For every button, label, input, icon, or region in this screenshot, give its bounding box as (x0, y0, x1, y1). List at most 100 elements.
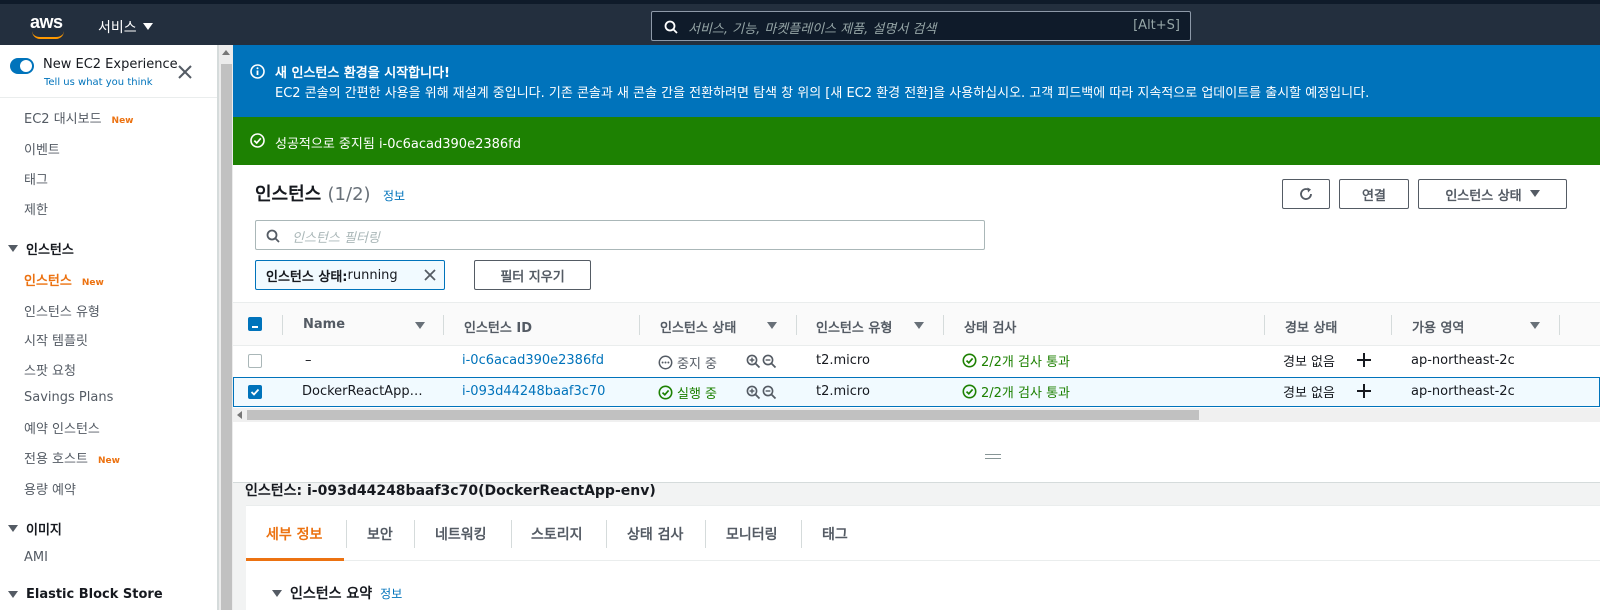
instance-summary-header[interactable]: 인스턴스 요약 정보 (272, 583, 402, 603)
scroll-left-icon[interactable] (237, 411, 242, 419)
experience-toggle-panel: New EC2 Experience Tell us what you thin… (0, 45, 217, 98)
zoom-in-icon[interactable] (746, 354, 761, 369)
new-badge: New (111, 116, 134, 126)
info-link[interactable]: 정보 (380, 585, 402, 602)
table-row[interactable]: – i-0c6acad390e2386fd 중지 중 t2.micro 2/2개… (233, 346, 1600, 376)
tab-storage[interactable]: 스토리지 (531, 524, 583, 544)
status-check-label: 2/2개 검사 통과 (981, 386, 1070, 401)
column-header-alarm-status[interactable]: 경보 상태 (1285, 317, 1337, 336)
refresh-button[interactable] (1282, 179, 1330, 209)
sort-icon[interactable] (415, 322, 425, 329)
row-checkbox[interactable] (248, 385, 262, 399)
sidebar-item-dedicated-hosts[interactable]: 전용 호스트 New (24, 448, 120, 467)
check-circle-icon (962, 353, 977, 368)
column-header-status-check[interactable]: 상태 검사 (964, 317, 1016, 336)
check-icon (250, 388, 260, 396)
check-circle-icon (962, 384, 977, 399)
remove-filter-icon[interactable] (423, 268, 437, 282)
instance-state: 실행 중 (658, 383, 717, 402)
search-input[interactable]: 서비스, 기능, 마켓플레이스 제품, 설명서 검색 [Alt+S] (651, 11, 1191, 41)
sidebar-item-ami[interactable]: AMI (24, 550, 48, 565)
sidebar-item-limits[interactable]: 제한 (24, 199, 48, 218)
column-header-name[interactable]: Name (303, 317, 345, 332)
success-banner: 성공적으로 중지됨 i-0c6acad390e2386fd (233, 117, 1600, 165)
info-icon (250, 64, 265, 79)
aws-logo[interactable]: aws (30, 12, 66, 39)
row-checkbox[interactable] (248, 354, 262, 368)
add-alarm-icon[interactable] (1357, 384, 1371, 398)
zoom-out-icon[interactable] (762, 385, 777, 400)
scrollbar-thumb[interactable] (221, 64, 232, 610)
zoom-out-icon[interactable] (762, 354, 777, 369)
zoom-in-icon[interactable] (746, 385, 761, 400)
services-label: 서비스 (98, 20, 137, 36)
info-link[interactable]: 정보 (383, 187, 405, 204)
new-experience-toggle[interactable] (10, 58, 34, 74)
alarm-status: 경보 없음 (1283, 355, 1335, 370)
instance-state: 중지 중 (658, 353, 717, 372)
section-label: Elastic Block Store (26, 587, 163, 602)
sidebar-section-ebs[interactable]: Elastic Block Store (8, 587, 163, 602)
running-icon (658, 385, 673, 400)
section-label: 이미지 (26, 523, 62, 538)
sidebar-item-instances[interactable]: 인스턴스 New (24, 270, 104, 289)
filter-token: 인스턴스 상태: running (255, 260, 445, 290)
main-content: 새 인스턴스 환경을 시작합니다! EC2 콘솔의 간편한 사용을 위해 재설계… (233, 45, 1600, 610)
sidebar-item-dashboard[interactable]: EC2 대시보드 New (24, 108, 134, 127)
instance-summary-section: 인스턴스 요약 정보 (246, 561, 1600, 610)
sidebar-item-label: EC2 대시보드 (24, 112, 102, 127)
feedback-link[interactable]: Tell us what you think (44, 77, 153, 88)
new-badge: New (81, 278, 104, 288)
sidebar-item-reserved-instances[interactable]: 예약 인스턴스 (24, 418, 100, 437)
services-menu[interactable]: 서비스 (98, 17, 153, 37)
column-header-availability-zone[interactable]: 가용 영역 (1412, 317, 1464, 336)
select-all-checkbox[interactable] (248, 317, 262, 331)
collapse-icon (8, 525, 18, 532)
sidebar-item-capacity-reservations[interactable]: 용량 예약 (24, 479, 76, 498)
info-banner-title: 새 인스턴스 환경을 시작합니다! (275, 66, 450, 81)
tab-status-checks[interactable]: 상태 검사 (627, 524, 683, 544)
filter-token-key: 인스턴스 상태: (266, 269, 348, 285)
search-icon (664, 20, 678, 34)
sort-icon[interactable] (767, 322, 777, 329)
sidebar-item-spot-requests[interactable]: 스팟 요청 (24, 360, 76, 379)
tab-networking[interactable]: 네트워킹 (435, 524, 487, 544)
sidebar-item-instance-types[interactable]: 인스턴스 유형 (24, 301, 100, 320)
table-row[interactable]: DockerReactApp… i-093d44248baaf3c70 실행 중… (233, 377, 1600, 407)
instance-filter-input[interactable]: 인스턴스 필터링 (255, 220, 985, 250)
connect-button[interactable]: 연결 (1339, 179, 1409, 209)
column-header-instance-id[interactable]: 인스턴스 ID (464, 317, 532, 336)
tab-security[interactable]: 보안 (367, 524, 393, 544)
sidebar-item-events[interactable]: 이벤트 (24, 139, 60, 158)
instance-id-link[interactable]: i-093d44248baaf3c70 (462, 384, 605, 399)
sidebar-scrollbar[interactable] (218, 45, 233, 610)
section-label: 인스턴스 (26, 243, 74, 258)
sidebar-item-launch-templates[interactable]: 시작 템플릿 (24, 330, 88, 349)
sidebar-item-tags[interactable]: 태그 (24, 169, 48, 188)
scroll-up-icon[interactable] (222, 50, 230, 55)
sidebar-section-instances[interactable]: 인스턴스 (8, 239, 74, 258)
add-alarm-icon[interactable] (1357, 353, 1371, 367)
close-icon[interactable] (176, 63, 194, 81)
stopping-icon (658, 355, 673, 370)
instance-id-link[interactable]: i-0c6acad390e2386fd (462, 353, 604, 368)
sidebar-section-images[interactable]: 이미지 (8, 519, 62, 538)
table-horizontal-scrollbar[interactable] (233, 408, 1600, 422)
tab-monitoring[interactable]: 모니터링 (726, 524, 778, 544)
instances-panel: 인스턴스 (1/2) 정보 연결 인스턴스 상태 인스턴스 필터링 인스턴스 상… (233, 165, 1600, 483)
split-panel-resize-handle[interactable] (985, 454, 1001, 459)
instance-state-menu-button[interactable]: 인스턴스 상태 (1418, 179, 1567, 209)
search-shortcut: [Alt+S] (1133, 18, 1180, 33)
selection-count: (1/2) (327, 184, 371, 205)
column-header-instance-type[interactable]: 인스턴스 유형 (816, 317, 892, 336)
sidebar-item-savings-plans[interactable]: Savings Plans (24, 390, 113, 405)
column-header-instance-state[interactable]: 인스턴스 상태 (660, 317, 736, 336)
scrollbar-thumb[interactable] (247, 410, 1199, 420)
sort-icon[interactable] (914, 322, 924, 329)
table-header: Name 인스턴스 ID 인스턴스 상태 인스턴스 유형 상태 검사 경보 상태… (233, 302, 1600, 346)
tab-details[interactable]: 세부 정보 (266, 524, 322, 544)
top-navigation: aws 서비스 서비스, 기능, 마켓플레이스 제품, 설명서 검색 [Alt+… (0, 0, 1600, 45)
clear-filters-button[interactable]: 필터 지우기 (474, 260, 591, 290)
tab-tags[interactable]: 태그 (822, 524, 848, 544)
sort-icon[interactable] (1530, 322, 1540, 329)
